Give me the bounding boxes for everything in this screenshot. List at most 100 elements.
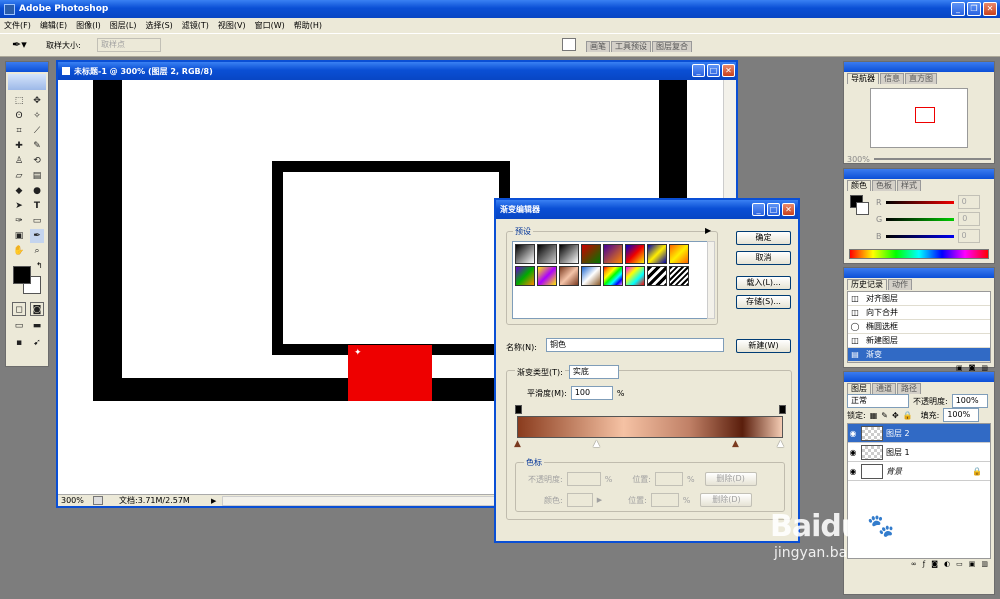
history-item[interactable]: ◫ 对齐图层 [848, 292, 990, 306]
navigator-zoom[interactable]: 300% [847, 155, 870, 164]
tab-styles[interactable]: 样式 [897, 180, 921, 191]
palette-well-icon[interactable] [562, 38, 576, 51]
doc-close-button[interactable]: ✕ [722, 64, 735, 77]
visibility-eye-icon[interactable]: ◉ [848, 467, 858, 476]
magic-wand-tool-icon[interactable]: ✧ [30, 109, 44, 123]
tab-paths[interactable]: 路径 [897, 383, 921, 394]
red-value[interactable]: 0 [957, 195, 980, 209]
blend-mode-select[interactable]: 正常 [847, 394, 909, 408]
type-tool-icon[interactable]: T [30, 199, 44, 213]
doc-maximize-button[interactable]: □ [707, 64, 720, 77]
menu-view[interactable]: 视图(V) [218, 20, 246, 31]
tab-tool-presets[interactable]: 工具预设 [611, 41, 651, 52]
path-selection-tool-icon[interactable]: ➤ [12, 199, 26, 213]
dialog-maximize-button[interactable]: □ [767, 203, 780, 216]
swap-colors-icon[interactable]: ↰ [36, 261, 43, 270]
lock-all-icon[interactable]: 🔒 [903, 411, 913, 420]
eraser-tool-icon[interactable]: ▱ [12, 169, 26, 183]
pen-tool-icon[interactable]: ✑ [12, 214, 26, 228]
gradient-type-select[interactable]: 实底 [568, 365, 619, 379]
screen-mode-2-icon[interactable]: ▬ [30, 319, 44, 333]
preset-transparent-stripes[interactable] [647, 266, 667, 286]
preset-transparent-rainbow[interactable] [625, 266, 645, 286]
opacity-stop-right[interactable] [779, 405, 786, 414]
menu-help[interactable]: 帮助(H) [294, 20, 322, 31]
preset-red-green[interactable] [581, 244, 601, 264]
menu-window[interactable]: 窗口(W) [255, 20, 285, 31]
crop-tool-icon[interactable]: ⌗ [12, 124, 26, 138]
screen-mode-3-icon[interactable]: ▪ [12, 336, 26, 350]
imageready-icon[interactable]: ➹ [30, 336, 44, 350]
preset-yellow-violet[interactable] [537, 266, 557, 286]
close-button[interactable]: ✕ [983, 2, 997, 16]
healing-brush-tool-icon[interactable]: ✚ [12, 139, 26, 153]
blur-tool-icon[interactable]: ◆ [12, 184, 26, 198]
preset-stripes-2[interactable] [669, 266, 689, 286]
gradient-tool-icon[interactable]: ▤ [30, 169, 44, 183]
notes-tool-icon[interactable]: ▣ [12, 229, 26, 243]
red-slider[interactable] [885, 200, 954, 204]
screen-mode-1-icon[interactable]: ▭ [12, 319, 26, 333]
lock-image-icon[interactable]: ✎ [881, 411, 888, 420]
preset-spectrum[interactable] [603, 266, 623, 286]
name-field[interactable]: 铜色 [546, 338, 724, 352]
preset-orange-yellow[interactable] [669, 244, 689, 264]
navigator-view-box[interactable] [915, 107, 935, 123]
lasso-tool-icon[interactable]: ʘ [12, 109, 26, 123]
fill-field[interactable]: 100% [943, 408, 980, 422]
menu-image[interactable]: 图像(I) [76, 20, 101, 31]
history-item-active[interactable]: ▤ 渐变 [848, 348, 990, 362]
hand-tool-icon[interactable]: ✋ [12, 244, 26, 258]
stop-opacity-delete-button[interactable]: 删除(D) [704, 472, 757, 486]
preset-blue-yellow-blue[interactable] [647, 244, 667, 264]
visibility-eye-icon[interactable]: ◉ [848, 429, 858, 438]
tab-actions[interactable]: 动作 [888, 279, 912, 290]
tab-swatches[interactable]: 色板 [872, 180, 896, 191]
presets-menu-icon[interactable]: ▶ [705, 226, 711, 235]
tab-brushes[interactable]: 画笔 [586, 41, 610, 52]
slice-tool-icon[interactable]: ⟋ [30, 124, 44, 138]
eyedropper-preset-icon[interactable]: ✒▾ [12, 38, 27, 51]
menu-layer[interactable]: 图层(L) [110, 20, 137, 31]
zoom-tool-icon[interactable]: ⌕ [30, 244, 44, 258]
load-button[interactable]: 载入(L)... [736, 276, 791, 290]
green-value[interactable]: 0 [958, 212, 981, 226]
menu-select[interactable]: 选择(S) [145, 20, 172, 31]
color-spectrum-bar[interactable] [849, 249, 989, 259]
zoom-level[interactable]: 300% [61, 496, 87, 505]
sample-size-select[interactable]: 取样点 [97, 38, 161, 52]
foreground-color-swatch[interactable] [13, 266, 31, 284]
restore-button[interactable]: ❐ [967, 2, 981, 16]
lock-transparency-icon[interactable]: ▦ [870, 411, 878, 420]
color-stop-4[interactable]: ▲ [777, 439, 784, 449]
dodge-tool-icon[interactable]: ● [30, 184, 44, 198]
navigator-thumbnail[interactable] [870, 88, 968, 148]
preset-fg-bg[interactable] [515, 244, 535, 264]
layer-opacity-field[interactable]: 100% [951, 394, 988, 408]
layer-row[interactable]: ◉ 图层 1 [848, 443, 990, 462]
standard-mode-icon[interactable]: ◻ [12, 302, 26, 316]
quick-mask-icon[interactable]: ◙ [30, 302, 44, 316]
lock-position-icon[interactable]: ✥ [892, 411, 899, 420]
opacity-stop-left[interactable] [515, 405, 522, 414]
doc-minimize-button[interactable]: _ [692, 64, 705, 77]
move-tool-icon[interactable]: ✥ [30, 94, 44, 108]
stop-opacity-field[interactable] [566, 472, 601, 486]
save-button[interactable]: 存储(S)... [736, 295, 791, 309]
stop-color-delete-button[interactable]: 删除(D) [700, 493, 753, 507]
preset-blue-red-yellow[interactable] [625, 244, 645, 264]
preset-fg-transparent[interactable] [537, 244, 557, 264]
history-brush-tool-icon[interactable]: ⟲ [30, 154, 44, 168]
shape-tool-icon[interactable]: ▭ [30, 214, 44, 228]
marquee-tool-icon[interactable]: ⬚ [12, 94, 26, 108]
brush-tool-icon[interactable]: ✎ [30, 139, 44, 153]
preset-violet-green-orange[interactable] [515, 266, 535, 286]
layer-row[interactable]: ◉ 背景 🔒 [848, 462, 990, 481]
blue-value[interactable]: 0 [957, 229, 980, 243]
menu-filter[interactable]: 滤镜(T) [182, 20, 209, 31]
tab-history[interactable]: 历史记录 [847, 279, 887, 290]
visibility-eye-icon[interactable]: ◉ [848, 448, 858, 457]
cancel-button[interactable]: 取消 [736, 251, 791, 265]
history-item[interactable]: ◫ 向下合并 [848, 306, 990, 320]
preset-black-white[interactable] [559, 244, 579, 264]
